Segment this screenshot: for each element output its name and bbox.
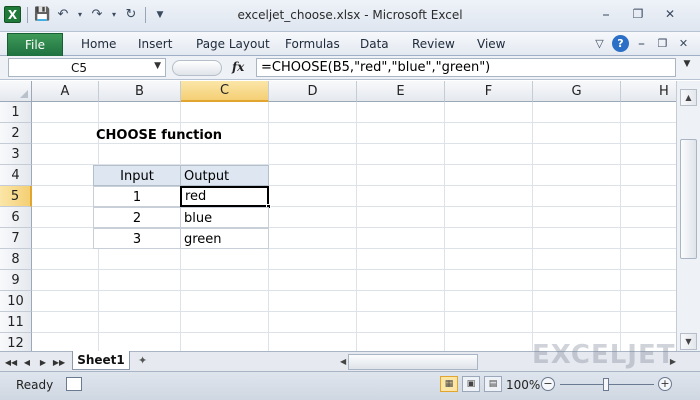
row-header-8[interactable]: 8 — [0, 249, 32, 270]
gridline — [32, 311, 676, 312]
table-cell-input[interactable]: 2 — [93, 207, 181, 228]
view-buttons: ▦ ▣ ▤ — [440, 376, 502, 392]
row-header-11[interactable]: 11 — [0, 312, 32, 333]
status-ready: Ready — [16, 378, 54, 392]
column-header-a[interactable]: A — [32, 81, 99, 102]
row-header-3[interactable]: 3 — [0, 144, 32, 165]
page-break-view-icon[interactable]: ▤ — [484, 376, 502, 392]
next-sheet-icon[interactable]: ▶ — [36, 355, 50, 369]
formula-controls: fx — [172, 60, 252, 76]
minimize-ribbon-icon[interactable]: ▽ — [591, 35, 608, 52]
row-header-12[interactable]: 12 — [0, 333, 32, 351]
normal-view-icon[interactable]: ▦ — [440, 376, 458, 392]
prev-sheet-icon[interactable]: ◀ — [20, 355, 34, 369]
zoom-level[interactable]: 100% — [506, 378, 540, 392]
close-icon[interactable]: ✕ — [658, 5, 682, 23]
macro-record-icon[interactable] — [66, 377, 82, 391]
row-header-9[interactable]: 9 — [0, 270, 32, 291]
horizontal-scrollbar[interactable]: ◀ ▶ — [340, 354, 676, 370]
row-header-10[interactable]: 10 — [0, 291, 32, 312]
file-tab[interactable]: File — [7, 33, 63, 56]
select-all-button[interactable] — [0, 81, 32, 102]
tab-home[interactable]: Home — [81, 37, 116, 51]
insert-sheet-icon[interactable]: ✦ — [138, 354, 156, 369]
zoom-out-icon[interactable]: − — [541, 377, 555, 391]
last-sheet-icon[interactable]: ▶▶ — [52, 355, 66, 369]
formula-controls-pill — [172, 60, 222, 76]
help-icon[interactable]: ? — [612, 35, 629, 52]
worksheet-grid[interactable]: A B C D E F G H 1 2 3 4 5 6 7 8 9 10 11 … — [0, 81, 676, 351]
workbook-minimize-icon[interactable]: ⎯ — [633, 35, 650, 52]
zoom-in-icon[interactable]: + — [658, 377, 672, 391]
sheet-navigation: ◀◀ ◀ ▶ ▶▶ — [4, 355, 66, 369]
vertical-scroll-thumb[interactable] — [680, 139, 697, 259]
name-box-dropdown-icon[interactable]: ▼ — [154, 61, 161, 71]
workbook-restore-icon[interactable]: ❐ — [654, 35, 671, 52]
scroll-down-icon[interactable]: ▼ — [680, 333, 697, 350]
column-header-g[interactable]: G — [533, 81, 621, 102]
window-controls: ⎯ ❐ ✕ — [594, 5, 682, 23]
scroll-right-icon[interactable]: ▶ — [670, 357, 676, 366]
vertical-scrollbar[interactable]: ▲ ▼ — [676, 81, 700, 353]
active-cell-c5[interactable]: red — [180, 186, 269, 207]
tab-page-layout[interactable]: Page Layout — [196, 37, 270, 51]
name-box-value: C5 — [70, 61, 87, 75]
workbook-close-icon[interactable]: ✕ — [675, 35, 692, 52]
tab-formulas[interactable]: Formulas — [285, 37, 340, 51]
column-header-d[interactable]: D — [269, 81, 357, 102]
zoom-slider-knob[interactable] — [603, 378, 609, 391]
column-header-f[interactable]: F — [445, 81, 533, 102]
sheet-tabs-bar: ◀◀ ◀ ▶ ▶▶ Sheet1 ✦ EXCELJET ◀ ▶ — [0, 340, 700, 371]
table-header-output[interactable]: Output — [180, 165, 269, 186]
column-header-b[interactable]: B — [99, 81, 181, 102]
page-layout-view-icon[interactable]: ▣ — [462, 376, 480, 392]
tab-data[interactable]: Data — [360, 37, 389, 51]
row-header-1[interactable]: 1 — [0, 102, 32, 123]
table-cell-input[interactable]: 3 — [93, 228, 181, 249]
scroll-left-icon[interactable]: ◀ — [340, 357, 346, 366]
sheet-title-cell[interactable]: CHOOSE function — [96, 125, 222, 146]
horizontal-scroll-thumb[interactable] — [348, 354, 478, 370]
insert-function-button[interactable]: fx — [232, 60, 244, 74]
row-header-4[interactable]: 4 — [0, 165, 32, 186]
row-header-6[interactable]: 6 — [0, 207, 32, 228]
column-header-c[interactable]: C — [181, 81, 269, 102]
restore-icon[interactable]: ❐ — [626, 5, 650, 23]
ribbon-right-controls: ▽ ? ⎯ ❐ ✕ — [591, 35, 692, 52]
formula-bar: C5 ▼ fx =CHOOSE(B5,"red","blue","green")… — [0, 56, 700, 80]
tab-insert[interactable]: Insert — [138, 37, 172, 51]
column-header-h[interactable]: H — [621, 81, 676, 102]
minimize-icon[interactable]: ⎯ — [594, 5, 618, 23]
gridline — [32, 332, 676, 333]
table-cell-output[interactable]: green — [180, 228, 269, 249]
formula-input[interactable]: =CHOOSE(B5,"red","blue","green") — [256, 58, 676, 77]
table-header-input[interactable]: Input — [93, 165, 181, 186]
table-cell-output[interactable]: blue — [180, 207, 269, 228]
gridline — [32, 122, 676, 123]
row-header-2[interactable]: 2 — [0, 123, 32, 144]
title-bar: X 💾 ↶ ▾ ↷ ▾ ↻ ▼ exceljet_choose.xlsx - M… — [0, 0, 700, 32]
ribbon-tabs: File Home Insert Page Layout Formulas Da… — [0, 32, 700, 56]
column-header-e[interactable]: E — [357, 81, 445, 102]
first-sheet-icon[interactable]: ◀◀ — [4, 355, 18, 369]
table-cell-input[interactable]: 1 — [93, 186, 181, 207]
tab-view[interactable]: View — [477, 37, 505, 51]
name-box[interactable]: C5 ▼ — [8, 58, 166, 77]
row-header-7[interactable]: 7 — [0, 228, 32, 249]
gridline — [32, 290, 676, 291]
sheet-tab-sheet1[interactable]: Sheet1 — [72, 351, 130, 370]
gridline — [32, 269, 676, 270]
tab-review[interactable]: Review — [412, 37, 455, 51]
expand-formula-bar-icon[interactable]: ▼ — [680, 59, 694, 76]
row-header-5[interactable]: 5 — [0, 186, 32, 207]
scroll-up-icon[interactable]: ▲ — [680, 89, 697, 106]
status-bar: Ready ▦ ▣ ▤ 100% − + — [0, 371, 700, 400]
